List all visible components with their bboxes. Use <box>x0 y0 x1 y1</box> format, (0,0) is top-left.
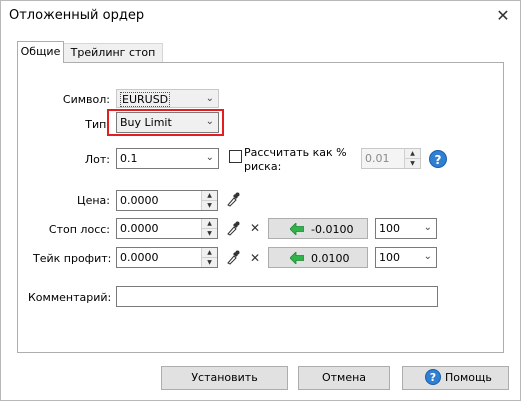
price-stepper[interactable]: 0.0000 ▲ ▼ <box>116 190 218 211</box>
take-profit-stepper[interactable]: 0.0000 ▲ ▼ <box>116 247 218 268</box>
spin-down-icon[interactable]: ▼ <box>202 200 217 210</box>
tab-trailing-stop[interactable]: Трейлинг стоп <box>64 43 163 63</box>
stop-loss-stepper[interactable]: 0.0000 ▲ ▼ <box>116 218 218 239</box>
tab-general[interactable]: Общие <box>17 41 64 63</box>
pipette-icon[interactable] <box>225 219 241 237</box>
window-title: Отложенный ордер <box>9 8 145 23</box>
lot-select[interactable]: 0.1 ⌄ <box>116 148 219 169</box>
stop-loss-label: Стоп лосс: <box>48 223 110 236</box>
help-icon: ? <box>425 369 441 385</box>
take-profit-offset-button[interactable]: 0.0100 <box>268 247 368 268</box>
stop-loss-value: 0.0000 <box>120 222 159 235</box>
chevron-down-icon: ⌄ <box>205 93 214 104</box>
chevron-down-icon: ⌄ <box>423 222 432 233</box>
stop-loss-offset-value: -0.0100 <box>311 223 354 236</box>
help-button[interactable]: ? Помощь <box>402 366 509 390</box>
clear-stop-loss-icon[interactable]: ✕ <box>250 221 260 235</box>
type-select[interactable]: Buy Limit ⌄ <box>116 112 219 133</box>
pipette-icon[interactable] <box>225 248 241 266</box>
type-label: Тип: <box>85 118 110 131</box>
lot-value: 0.1 <box>120 152 138 165</box>
spin-up-icon[interactable]: ▲ <box>202 219 217 229</box>
stop-loss-points-select[interactable]: 100 ⌄ <box>375 218 437 239</box>
take-profit-value: 0.0000 <box>120 251 159 264</box>
chevron-down-icon: ⌄ <box>205 116 214 127</box>
spin-up-icon[interactable]: ▲ <box>202 191 217 201</box>
chevron-down-icon: ⌄ <box>205 152 214 163</box>
type-value: Buy Limit <box>120 116 172 129</box>
help-icon[interactable]: ? <box>429 150 447 168</box>
price-label: Цена: <box>77 194 110 207</box>
close-icon[interactable]: ✕ <box>490 4 516 28</box>
risk-percent-stepper[interactable]: 0.01 ▲ ▼ <box>361 148 421 169</box>
take-profit-label: Тейк профит: <box>33 252 112 265</box>
risk-label-line2: риска: <box>244 160 282 173</box>
spin-up-icon[interactable]: ▲ <box>202 248 217 258</box>
comment-input[interactable] <box>116 286 438 307</box>
take-profit-points-value: 100 <box>379 251 400 264</box>
chevron-down-icon: ⌄ <box>423 251 432 262</box>
symbol-select[interactable]: EURUSD ⌄ <box>116 89 219 108</box>
title-bar: Отложенный ордер ✕ <box>1 1 520 32</box>
clear-take-profit-icon[interactable]: ✕ <box>250 251 260 265</box>
symbol-value: EURUSD <box>120 92 171 107</box>
price-spin-buttons[interactable]: ▲ ▼ <box>201 191 217 210</box>
help-button-label: Помощь <box>445 371 492 384</box>
risk-percent-value: 0.01 <box>365 152 390 165</box>
pipette-icon[interactable] <box>225 190 241 208</box>
risk-spin-buttons[interactable]: ▲ ▼ <box>404 149 420 168</box>
stop-loss-points-value: 100 <box>379 222 400 235</box>
arrow-left-icon <box>290 252 304 264</box>
spin-down-icon[interactable]: ▼ <box>202 257 217 267</box>
take-profit-offset-value: 0.0100 <box>311 252 350 265</box>
set-button[interactable]: Установить <box>161 366 288 390</box>
take-profit-spin-buttons[interactable]: ▲ ▼ <box>201 248 217 267</box>
cancel-button[interactable]: Отмена <box>298 366 390 390</box>
lot-label: Лот: <box>84 153 110 166</box>
spin-down-icon[interactable]: ▼ <box>405 158 420 168</box>
stop-loss-spin-buttons[interactable]: ▲ ▼ <box>201 219 217 238</box>
comment-label: Комментарий: <box>28 291 112 304</box>
stop-loss-offset-button[interactable]: -0.0100 <box>268 218 368 239</box>
risk-checkbox[interactable] <box>229 150 242 163</box>
symbol-label: Символ: <box>62 93 110 106</box>
spin-up-icon[interactable]: ▲ <box>405 149 420 159</box>
price-value: 0.0000 <box>120 194 159 207</box>
spin-down-icon[interactable]: ▼ <box>202 228 217 238</box>
arrow-left-icon <box>290 223 304 235</box>
take-profit-points-select[interactable]: 100 ⌄ <box>375 247 437 268</box>
risk-label-line1: Рассчитать как % <box>244 146 347 159</box>
